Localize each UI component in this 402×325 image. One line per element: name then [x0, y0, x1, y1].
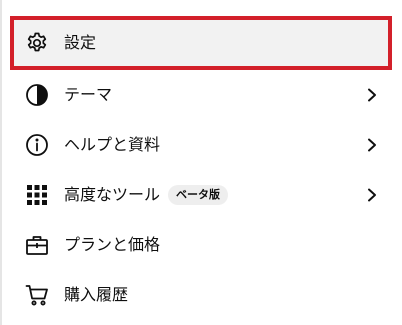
- gear-icon: [24, 30, 50, 56]
- menu-item-plans-pricing[interactable]: プランと価格: [10, 220, 392, 270]
- menu-item-label: プランと価格: [64, 235, 161, 254]
- menu-item-theme[interactable]: テーマ: [10, 70, 392, 120]
- chevron-right-icon: [364, 137, 380, 153]
- menu-item-label: 高度なツール: [64, 185, 161, 204]
- menu-item-label: ヘルプと資料: [64, 135, 161, 154]
- menu-item-label: テーマ: [64, 85, 113, 104]
- menu-item-settings[interactable]: 設定: [10, 16, 392, 70]
- panel-edge: [0, 0, 2, 325]
- menu-item-label: 設定: [64, 33, 97, 52]
- menu-item-purchase-history[interactable]: 購入履歴: [10, 270, 392, 320]
- menu-item-label-group: 高度なツール ベータ版: [64, 185, 229, 205]
- menu-item-label: 購入履歴: [64, 285, 129, 304]
- beta-badge: ベータ版: [168, 185, 229, 205]
- chevron-right-icon: [364, 87, 380, 103]
- grid-icon: [24, 182, 50, 208]
- briefcase-icon: [24, 232, 50, 258]
- cart-icon: [24, 282, 50, 308]
- chevron-right-icon: [364, 187, 380, 203]
- theme-icon: [24, 82, 50, 108]
- settings-menu: 設定 テーマ ヘルプと資料 高度なツール ベータ版 プランと価格 購入履歴: [10, 16, 392, 320]
- info-icon: [24, 132, 50, 158]
- menu-item-help[interactable]: ヘルプと資料: [10, 120, 392, 170]
- menu-item-advanced-tools[interactable]: 高度なツール ベータ版: [10, 170, 392, 220]
